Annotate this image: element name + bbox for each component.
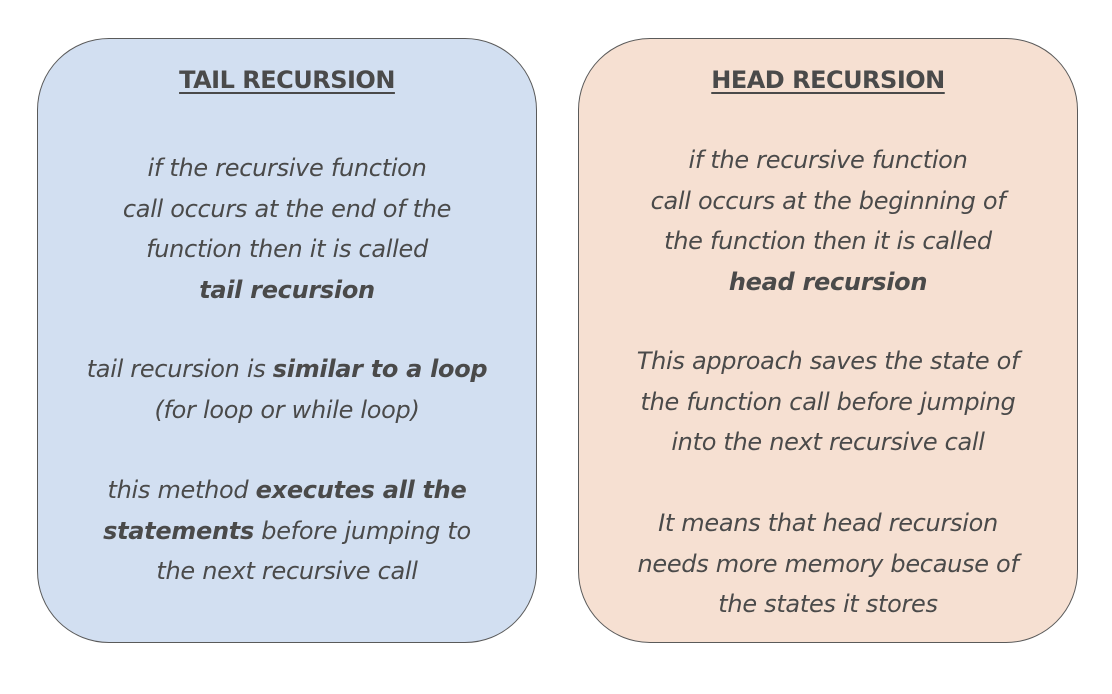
tail-definition-line-3: function then it is called — [146, 235, 428, 263]
tail-method-emphasis-1: executes all the — [255, 476, 467, 504]
tail-method-text-1: this method — [107, 476, 256, 504]
tail-loop-emphasis: similar to a loop — [272, 355, 488, 383]
head-memory-line-3: the states it stores — [718, 590, 938, 618]
head-memory-line-1: It means that head recursion — [658, 509, 998, 537]
head-recursion-title: HEAD RECURSION — [711, 66, 945, 94]
head-definition-line-1: if the recursive function — [688, 146, 968, 174]
tail-recursion-title: TAIL RECURSION — [179, 66, 395, 94]
tail-recursion-card: TAIL RECURSION if the recursive function… — [37, 38, 537, 643]
tail-loop-paragraph: tail recursion is similar to a loop (for… — [38, 349, 536, 430]
tail-method-paragraph: this method executes all the statements … — [38, 470, 536, 592]
head-approach-line-2: the function call before jumping — [640, 387, 1016, 416]
tail-definition-term: tail recursion — [199, 275, 375, 304]
tail-definition-line-2: call occurs at the end of the — [122, 194, 452, 223]
tail-method-text-2: before jumping to — [253, 516, 471, 545]
head-memory-paragraph: It means that head recursion needs more … — [579, 503, 1077, 625]
head-approach-paragraph: This approach saves the state of the fun… — [579, 341, 1077, 463]
head-memory-line-2: needs more memory because of — [637, 549, 1019, 578]
head-recursion-card: HEAD RECURSION if the recursive function… — [578, 38, 1078, 643]
head-definition-paragraph: if the recursive function call occurs at… — [579, 140, 1077, 302]
head-approach-line-1: This approach saves the state of — [636, 347, 1020, 375]
head-approach-line-3: into the next recursive call — [671, 428, 985, 456]
tail-definition-paragraph: if the recursive function call occurs at… — [38, 148, 536, 310]
tail-definition-line-1: if the recursive function — [147, 154, 427, 182]
head-definition-line-2: call occurs at the beginning of — [650, 186, 1006, 215]
head-definition-line-3: the function then it is called — [664, 227, 992, 255]
head-definition-term: head recursion — [728, 267, 928, 296]
tail-loop-text: tail recursion is — [86, 355, 273, 383]
tail-loop-line-2: (for loop or while loop) — [154, 395, 420, 424]
tail-method-emphasis-2: statements — [103, 516, 254, 545]
tail-method-line-3: the next recursive call — [156, 557, 418, 585]
